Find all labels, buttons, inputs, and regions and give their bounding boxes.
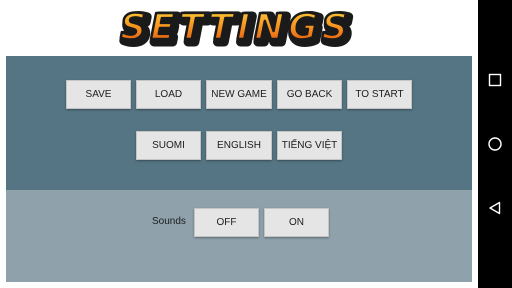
system-nav-bar — [478, 0, 512, 288]
menu-panel — [6, 56, 472, 190]
recent-apps-icon[interactable] — [487, 72, 503, 88]
save-button[interactable]: SAVE — [66, 80, 131, 109]
language-english-button[interactable]: ENGLISH — [206, 131, 272, 160]
load-button[interactable]: LOAD — [136, 80, 201, 109]
language-finnish-button[interactable]: SUOMI — [136, 131, 201, 160]
sounds-off-button[interactable]: OFF — [194, 208, 259, 237]
settings-logo: SETTINGS SETTINGS — [119, 6, 355, 51]
language-vietnamese-button[interactable]: TIẾNG VIỆT — [277, 131, 342, 160]
sounds-on-button[interactable]: ON — [264, 208, 329, 237]
new-game-button[interactable]: NEW GAME — [206, 80, 272, 109]
sounds-label: Sounds — [152, 216, 186, 227]
logo-text: SETTINGS — [120, 7, 351, 48]
go-back-button[interactable]: GO BACK — [277, 80, 342, 109]
home-icon[interactable] — [487, 136, 503, 152]
to-start-button[interactable]: TO START — [347, 80, 412, 109]
back-icon[interactable] — [487, 200, 503, 216]
